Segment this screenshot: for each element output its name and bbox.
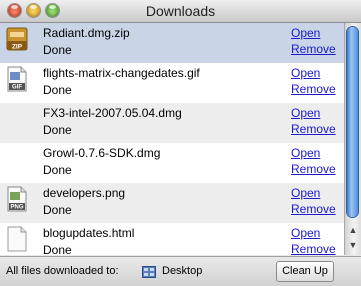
desktop-folder-icon: [142, 266, 156, 278]
clean-up-button[interactable]: Clean Up: [276, 261, 334, 282]
remove-link[interactable]: Remove: [291, 122, 336, 136]
gif-file-icon: GIF: [7, 66, 27, 92]
download-row[interactable]: GIF flights-matrix-changedates.gif Done …: [0, 63, 344, 103]
download-location-label: All files downloaded to:: [6, 265, 119, 277]
download-filename: flights-matrix-changedates.gif: [43, 66, 200, 80]
scrollbar-thumb[interactable]: [347, 27, 358, 217]
png-file-icon: PNG: [7, 186, 27, 212]
open-link[interactable]: Open: [291, 66, 320, 80]
open-link[interactable]: Open: [291, 226, 320, 240]
remove-link[interactable]: Remove: [291, 162, 336, 176]
open-link[interactable]: Open: [291, 106, 320, 120]
svg-text:GIF: GIF: [12, 85, 22, 91]
zip-icon: ZIP: [6, 27, 28, 51]
footer-bar: All files downloaded to: Desktop Clean U…: [0, 256, 361, 286]
svg-text:ZIP: ZIP: [12, 44, 23, 51]
download-row[interactable]: blogupdates.html Done Open Remove: [0, 223, 344, 255]
remove-link[interactable]: Remove: [291, 82, 336, 96]
downloads-window: Downloads ZIP Radiant.dmg.zip Done Open …: [0, 0, 361, 286]
download-row[interactable]: ZIP Radiant.dmg.zip Done Open Remove: [0, 23, 344, 63]
scroll-down-icon[interactable]: ▼: [346, 238, 360, 252]
download-status: Done: [43, 203, 72, 217]
download-status: Done: [43, 123, 72, 137]
download-row[interactable]: PNG developers.png Done Open Remove: [0, 183, 344, 223]
window-title: Downloads: [145, 3, 216, 19]
download-row[interactable]: Growl-0.7.6-SDK.dmg Done Open Remove: [0, 143, 344, 183]
remove-link[interactable]: Remove: [291, 242, 336, 255]
title-bar[interactable]: Downloads: [0, 0, 361, 23]
document-icon: [7, 226, 27, 252]
download-status: Done: [43, 163, 72, 177]
download-filename: developers.png: [43, 186, 126, 200]
remove-link[interactable]: Remove: [291, 202, 336, 216]
download-filename: Radiant.dmg.zip: [43, 26, 130, 40]
download-filename: FX3-intel-2007.05.04.dmg: [43, 106, 182, 120]
download-row[interactable]: FX3-intel-2007.05.04.dmg Done Open Remov…: [0, 103, 344, 143]
download-filename: blogupdates.html: [43, 226, 135, 240]
scroll-up-icon[interactable]: ▲: [346, 223, 360, 237]
download-status: Done: [43, 43, 72, 57]
downloads-list: ZIP Radiant.dmg.zip Done Open Remove GIF…: [0, 23, 344, 255]
open-link[interactable]: Open: [291, 26, 320, 40]
download-status: Done: [43, 243, 72, 255]
download-folder-name[interactable]: Desktop: [162, 265, 202, 277]
open-link[interactable]: Open: [291, 186, 320, 200]
download-filename: Growl-0.7.6-SDK.dmg: [43, 146, 161, 160]
svg-text:PNG: PNG: [10, 205, 23, 211]
vertical-scrollbar[interactable]: ▲ ▼: [344, 23, 361, 255]
download-status: Done: [43, 83, 72, 97]
open-link[interactable]: Open: [291, 146, 320, 160]
remove-link[interactable]: Remove: [291, 42, 336, 56]
